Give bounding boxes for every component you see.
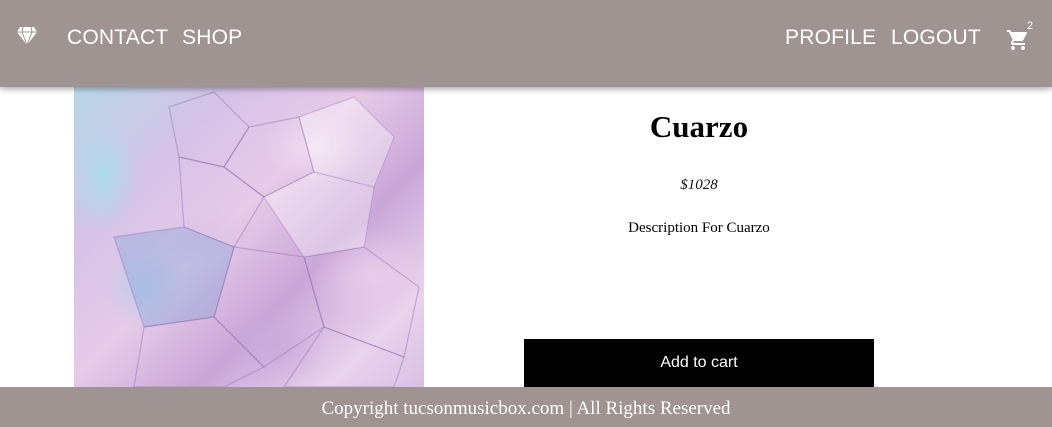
product-details: Cuarzo $1028 Description For Cuarzo Add … <box>524 87 874 387</box>
nav-logout-link[interactable]: LOGOUT <box>891 25 981 51</box>
diamond-logo-icon[interactable] <box>16 26 38 47</box>
product-price: $1028 <box>680 177 718 193</box>
nav-profile-link[interactable]: PROFILE <box>785 25 876 51</box>
footer: Copyright tucsonmusicbox.com | All Right… <box>0 387 1052 427</box>
add-to-cart-button[interactable]: Add to cart <box>524 339 874 387</box>
cart-count-badge: 2 <box>1027 20 1034 32</box>
product-description: Description For Cuarzo <box>628 220 770 236</box>
top-navbar: CONTACT SHOP PROFILE LOGOUT 2 <box>0 0 1052 87</box>
footer-copyright-text: Copyright tucsonmusicbox.com | All Right… <box>321 398 731 419</box>
product-title: Cuarzo <box>649 109 749 144</box>
cart-button[interactable]: 2 <box>1006 20 1042 54</box>
product-image <box>74 87 424 387</box>
nav-contact-link[interactable]: CONTACT <box>67 25 168 51</box>
nav-shop-link[interactable]: SHOP <box>182 25 242 51</box>
